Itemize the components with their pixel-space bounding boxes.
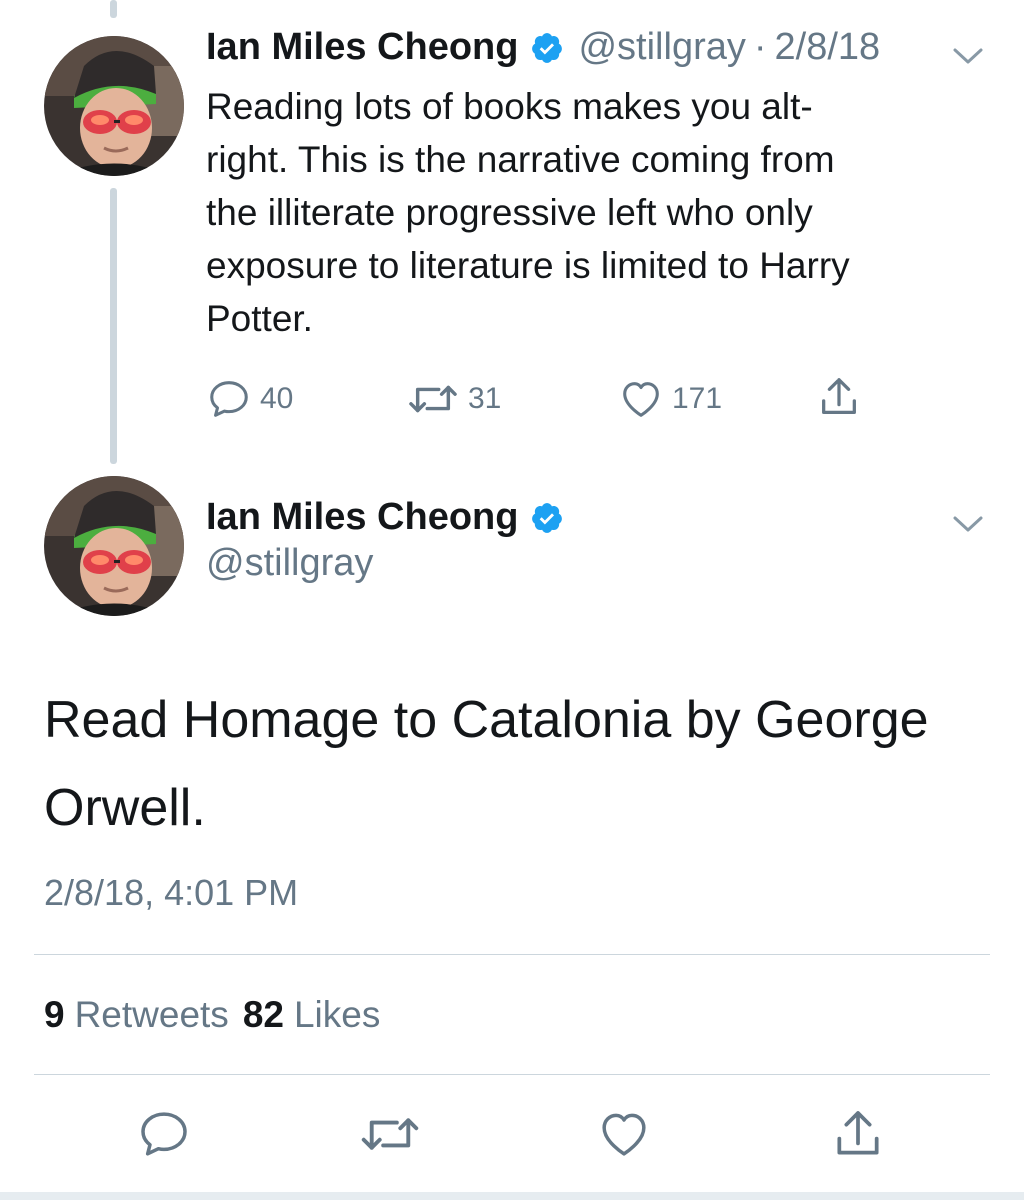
author-name[interactable]: Ian Miles Cheong [206, 26, 518, 69]
likes-label: Likes [293, 994, 381, 1035]
separator-dot: · [753, 26, 767, 68]
thread-line [110, 188, 117, 464]
thread-line-top [110, 0, 117, 18]
reply-icon [210, 381, 248, 417]
likes-stat[interactable]: 82 Likes [243, 994, 381, 1036]
heart-icon [623, 382, 659, 417]
tweet-text: Reading lots of books makes you alt- rig… [206, 86, 850, 339]
tweet-actions: 40 31 171 [206, 370, 906, 420]
retweets-count: 9 [44, 994, 65, 1035]
like-count: 171 [672, 382, 723, 415]
retweets-label: Retweets [74, 994, 229, 1035]
tweet2-header: Ian Miles Cheong [206, 496, 564, 539]
verified-badge-icon [532, 32, 563, 63]
verified-badge-icon [532, 502, 563, 533]
tweet-timestamp: 2/8/18, 4:01 PM [44, 872, 299, 913]
divider [34, 954, 990, 955]
heart-icon[interactable] [596, 1106, 652, 1162]
retweet-count: 31 [468, 382, 502, 415]
tweet-text: Read Homage to Catalonia by George Orwel… [44, 691, 929, 837]
author-name[interactable]: Ian Miles Cheong [206, 496, 518, 539]
retweets-stat[interactable]: 9 Retweets [44, 994, 229, 1036]
chevron-down-icon[interactable] [950, 512, 986, 536]
retweet-icon[interactable] [358, 1106, 422, 1162]
tweet-date[interactable]: 2/8/18 [775, 26, 881, 69]
avatar[interactable] [44, 476, 184, 616]
detail-actions [0, 1106, 1024, 1166]
bottom-bar [0, 1192, 1024, 1200]
share-icon [822, 378, 856, 414]
tweet-stats: 9 Retweets 82 Likes [44, 994, 380, 1036]
reply-count: 40 [260, 382, 294, 415]
reply-icon[interactable] [136, 1106, 192, 1162]
avatar[interactable] [44, 36, 184, 176]
author-handle[interactable]: @stillgray [578, 26, 745, 69]
share-button[interactable] [816, 374, 862, 420]
tweet1-header: Ian Miles Cheong @stillgray · 2/8/18 [206, 26, 880, 69]
chevron-down-icon[interactable] [950, 44, 986, 68]
like-button[interactable]: 171 [618, 376, 722, 422]
likes-count: 82 [242, 994, 284, 1035]
divider [34, 1074, 990, 1075]
share-icon[interactable] [830, 1106, 886, 1162]
retweet-button[interactable]: 31 [406, 376, 501, 422]
author-handle[interactable]: @stillgray [206, 542, 373, 585]
retweet-icon [409, 385, 457, 413]
reply-button[interactable]: 40 [206, 376, 293, 422]
